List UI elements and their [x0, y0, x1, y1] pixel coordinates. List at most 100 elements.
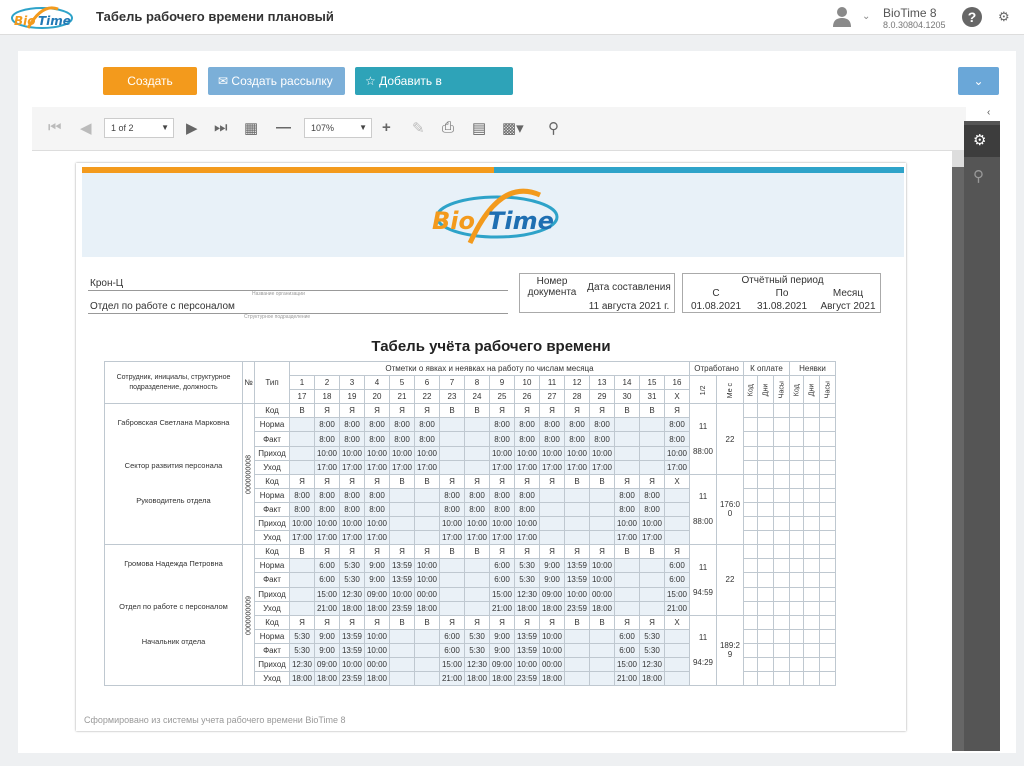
day-cell: 10:00 — [364, 516, 390, 532]
user-avatar-icon[interactable] — [832, 6, 852, 28]
empty-cell — [819, 642, 836, 658]
day-cell — [464, 586, 490, 602]
header-number: № — [242, 360, 255, 405]
employee-position: Начальник отдела — [141, 636, 206, 646]
empty-cell — [773, 586, 790, 602]
day-cell — [589, 671, 615, 687]
day-cell: Я — [639, 614, 665, 630]
day-cell: 8:00 — [664, 431, 690, 447]
day-header: 6 — [414, 375, 440, 391]
day-cell: 8:00 — [589, 417, 615, 433]
day-cell — [614, 572, 640, 588]
bookmarks-icon[interactable]: ▦ — [244, 119, 258, 137]
empty-cell — [773, 487, 790, 503]
empty-cell — [773, 530, 790, 546]
day-cell — [664, 671, 690, 687]
zoom-out-icon[interactable]: — — [276, 119, 291, 136]
help-icon[interactable]: ? — [962, 7, 982, 27]
empty-cell — [803, 572, 820, 588]
empty-cell — [773, 417, 790, 433]
empty-cell — [789, 487, 804, 503]
day-header: 1 — [289, 375, 315, 391]
row-type: Приход — [254, 586, 290, 602]
day-cell: 13:59 — [564, 572, 590, 588]
day-cell — [614, 417, 640, 433]
add-favorite-button[interactable]: ☆ Добавить в избранное — [355, 67, 513, 116]
day-cell: 5:30 — [464, 628, 490, 644]
empty-cell — [757, 642, 774, 658]
last-page-icon[interactable]: ⏭ — [214, 119, 228, 136]
day-cell: 8:00 — [389, 417, 415, 433]
day-cell: 13:59 — [389, 558, 415, 574]
day-cell: 17:00 — [439, 530, 465, 546]
zoom-select[interactable]: 107% ▼ — [304, 118, 372, 138]
day-cell: X — [664, 614, 690, 630]
next-page-icon[interactable]: ▶ — [186, 119, 198, 137]
chevron-down-icon[interactable]: ⌄ — [862, 11, 870, 22]
day-cell: 5:30 — [514, 558, 540, 574]
day-cell: 09:00 — [489, 656, 515, 673]
page-select[interactable]: 1 of 2 ▼ — [104, 118, 174, 138]
settings-icon[interactable]: ⚙ — [998, 9, 1010, 25]
biotime-logo[interactable]: Bio Time — [8, 3, 76, 33]
day-cell: В — [589, 614, 615, 630]
create-mailing-button[interactable]: ✉ Создать рассылку — [208, 67, 345, 95]
to-label: По — [775, 288, 789, 299]
search-icon[interactable]: ⚲ — [548, 119, 559, 137]
day-cell — [389, 656, 415, 673]
day-cell: 9:00 — [364, 558, 390, 574]
first-page-icon[interactable]: ⏮ — [48, 119, 62, 136]
edit-icon[interactable]: ✎ — [412, 119, 425, 137]
empty-cell — [743, 487, 758, 503]
day-cell: 17:00 — [489, 459, 515, 475]
day-cell: Я — [289, 473, 315, 489]
chevron-left-icon[interactable]: ‹ — [987, 107, 990, 118]
viewer-toolbar: ⏮ ◀ 1 of 2 ▼ ▶ ⏭ ▦ — 107% ▼ + ✎ ⎙ ▤ ▩▾ ⚲ — [32, 107, 966, 151]
day-cell: 13:59 — [389, 572, 415, 588]
day-cell: В — [464, 544, 490, 560]
collapse-button[interactable]: ⌄ — [958, 67, 999, 95]
header-code: Код — [789, 375, 804, 404]
worked-month-hours: 189:2 9 — [716, 614, 744, 687]
worked-half: 11 94:29 — [689, 614, 717, 687]
print-preview-icon[interactable]: ▤ — [472, 119, 486, 137]
day-cell — [664, 656, 690, 673]
day-cell: 8:00 — [339, 487, 365, 503]
day-cell — [439, 586, 465, 602]
employee-department: Сектор развития персонала — [124, 460, 223, 470]
row-type: Код — [254, 473, 290, 489]
day-cell: 10:00 — [414, 558, 440, 574]
create-mailing-label: Создать рассылку — [231, 74, 333, 88]
print-icon[interactable]: ⎙ — [442, 119, 454, 136]
empty-cell — [773, 431, 790, 447]
table-row: Громова Надежда Петровна Отдел по работе … — [104, 544, 836, 687]
empty-cell — [773, 628, 790, 644]
empty-cell — [819, 544, 836, 560]
day-cell — [639, 600, 665, 616]
day-cell: 23:59 — [514, 671, 540, 687]
empty-cell — [743, 586, 758, 602]
day-cell: 21:00 — [489, 600, 515, 616]
empty-cell — [743, 572, 758, 588]
day-cell: 6:00 — [489, 558, 515, 574]
day-header: 13 — [589, 375, 615, 391]
scrollbar-thumb[interactable] — [952, 167, 964, 751]
worked-hours: 88:00 — [692, 447, 714, 457]
day-cell: 8:00 — [439, 487, 465, 503]
day-cell: 8:00 — [314, 417, 340, 433]
day-cell: 8:00 — [339, 417, 365, 433]
prev-page-icon[interactable]: ◀ — [80, 119, 92, 137]
settings-icon[interactable]: ⚙ — [973, 131, 986, 149]
zoom-in-icon[interactable]: + — [382, 119, 391, 136]
day-cell — [464, 445, 490, 461]
empty-cell — [757, 417, 774, 433]
search-icon[interactable]: ⚲ — [973, 167, 984, 185]
export-icon[interactable]: ▩▾ — [502, 119, 524, 137]
footer-note: Сформировано из системы учета рабочего в… — [84, 715, 346, 725]
create-report-button[interactable]: Создать отчёт — [103, 67, 197, 116]
header-absence: Неявки — [789, 360, 836, 377]
employee-info: Габровская Светлана Марковна Сектор разви… — [104, 403, 243, 546]
empty-cell — [757, 530, 774, 546]
day-cell: 8:00 — [314, 431, 340, 447]
day-cell: 17:00 — [564, 459, 590, 475]
